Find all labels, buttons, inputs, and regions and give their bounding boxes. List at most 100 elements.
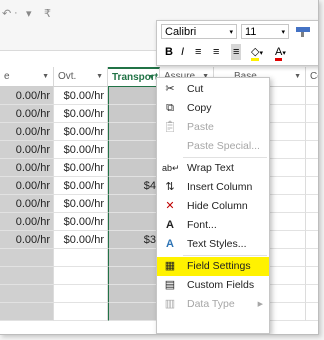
column-header-transport[interactable]: Transport ▼: [108, 67, 160, 87]
font-size-dropdown[interactable]: 11 ▾: [241, 24, 289, 39]
grid-cell[interactable]: [306, 159, 318, 177]
grid-cell[interactable]: 0.00/hr: [0, 87, 54, 105]
qat-menu-icon[interactable]: ₹: [44, 7, 51, 20]
align-left-icon[interactable]: ≡: [195, 44, 201, 60]
grid-cell[interactable]: [108, 285, 160, 303]
grid-cell[interactable]: 0.00/hr: [0, 231, 54, 249]
italic-button[interactable]: I: [181, 44, 184, 60]
grid-cell[interactable]: [108, 267, 160, 285]
grid-cell[interactable]: [0, 303, 54, 321]
grid-cell[interactable]: [108, 195, 160, 213]
grid-cell[interactable]: [306, 105, 318, 123]
menu-item-paste-special[interactable]: Paste Special...: [157, 137, 269, 156]
menu-item-copy[interactable]: ⧉ Copy: [157, 99, 269, 118]
grid-cell[interactable]: 0.00/hr: [0, 213, 54, 231]
grid-cell[interactable]: $3: [108, 231, 160, 249]
grid-cell[interactable]: 0.00/hr: [0, 141, 54, 159]
grid-cell[interactable]: [54, 285, 108, 303]
hide-column-icon: ✕: [165, 200, 175, 212]
font-name-value: Calibri: [165, 26, 197, 38]
grid-cell[interactable]: [306, 213, 318, 231]
menu-item-cut[interactable]: ✂ Cut: [157, 80, 269, 99]
grid-cell[interactable]: 0.00/hr: [0, 105, 54, 123]
grid-cell[interactable]: [306, 177, 318, 195]
column-header-label: e: [4, 71, 10, 82]
grid-cell[interactable]: [108, 123, 160, 141]
menu-item-label: Paste: [187, 121, 214, 133]
menu-item-text-styles[interactable]: A Text Styles...: [157, 235, 269, 254]
grid-cell[interactable]: 0.00/hr: [0, 159, 54, 177]
column-header-rate[interactable]: e ▼: [0, 67, 54, 87]
grid-cell[interactable]: $0.00/hr: [54, 141, 108, 159]
grid-cell[interactable]: [306, 285, 318, 303]
bold-button[interactable]: B: [165, 44, 173, 60]
grid-cell[interactable]: $0.00/hr: [54, 177, 108, 195]
grid-cell[interactable]: [108, 303, 160, 321]
align-right-icon[interactable]: ≡: [231, 44, 242, 60]
align-center-icon[interactable]: ≡: [213, 44, 219, 60]
grid-cell[interactable]: [306, 123, 318, 141]
menu-item-custom-fields[interactable]: ▤ Custom Fields: [157, 276, 269, 295]
grid-cell[interactable]: [306, 303, 318, 321]
grid-cell[interactable]: $0.00/hr: [54, 195, 108, 213]
grid-cell[interactable]: $0.00/hr: [54, 87, 108, 105]
grid-cell[interactable]: [54, 303, 108, 321]
grid-cell[interactable]: [306, 231, 318, 249]
grid-cell[interactable]: $0.00/hr: [54, 105, 108, 123]
menu-separator: [183, 255, 267, 256]
font-name-dropdown[interactable]: Calibri ▾: [161, 24, 237, 39]
column-header-co[interactable]: Co: [306, 67, 318, 87]
column-header-label: Ovt.: [58, 71, 77, 82]
grid-cell[interactable]: [306, 141, 318, 159]
grid-cell[interactable]: [108, 141, 160, 159]
menu-item-wrap-text[interactable]: ab↵ Wrap Text: [157, 159, 269, 178]
grid-cell[interactable]: [54, 249, 108, 267]
grid-cell[interactable]: [0, 267, 54, 285]
grid-cell[interactable]: [306, 195, 318, 213]
menu-item-label: Wrap Text: [187, 162, 234, 174]
grid-cell[interactable]: 0.00/hr: [0, 177, 54, 195]
menu-item-field-settings[interactable]: ▦ Field Settings: [157, 257, 269, 276]
custom-fields-icon: ▤: [164, 279, 176, 291]
grid-cell[interactable]: [108, 87, 160, 105]
filter-dropdown-icon[interactable]: ▼: [294, 67, 301, 87]
grid-cell[interactable]: [0, 285, 54, 303]
grid-cell[interactable]: [306, 87, 318, 105]
grid-cell[interactable]: [108, 105, 160, 123]
grid-cell[interactable]: [108, 249, 160, 267]
grid-cell[interactable]: 0.00/hr: [0, 123, 54, 141]
redo-icon[interactable]: ·: [14, 7, 18, 19]
grid-cell[interactable]: $0.00/hr: [54, 213, 108, 231]
grid-cell[interactable]: [54, 267, 108, 285]
menu-item-data-type[interactable]: ▥ Data Type ▶: [157, 295, 269, 314]
menu-item-paste[interactable]: 📋︎ Paste: [157, 118, 269, 137]
format-painter-icon[interactable]: [293, 25, 315, 38]
wrap-text-icon: ab↵: [162, 163, 180, 173]
menu-item-label: Hide Column: [187, 200, 248, 212]
grid-cell[interactable]: $0.00/hr: [54, 159, 108, 177]
grid-cell[interactable]: [306, 249, 318, 267]
menu-item-label: Data Type: [187, 298, 235, 310]
undo-icon[interactable]: ↶: [2, 7, 11, 20]
customize-qat-icon[interactable]: ▾: [26, 7, 32, 20]
grid-cell[interactable]: [306, 267, 318, 285]
submenu-arrow-icon: ▶: [257, 301, 263, 308]
grid-cell[interactable]: 0.00/hr: [0, 195, 54, 213]
grid-cell[interactable]: $0.00/hr: [54, 231, 108, 249]
grid-cell[interactable]: [0, 249, 54, 267]
grid-cell[interactable]: [108, 213, 160, 231]
filter-dropdown-icon[interactable]: ▼: [42, 67, 49, 87]
grid-cell[interactable]: $4: [108, 177, 160, 195]
column-header-ovt[interactable]: Ovt. ▼: [54, 67, 108, 87]
grid-cell[interactable]: $0.00/hr: [54, 123, 108, 141]
fill-color-icon[interactable]: ◇▾: [251, 44, 263, 62]
font-color-icon[interactable]: A▾: [275, 44, 286, 62]
filter-dropdown-icon[interactable]: ▼: [96, 67, 103, 87]
grid-cell[interactable]: [108, 159, 160, 177]
menu-item-insert-column[interactable]: ⇅ Insert Column: [157, 178, 269, 197]
paste-icon: 📋︎: [163, 121, 177, 133]
menu-item-font[interactable]: A Font...: [157, 216, 269, 235]
menu-item-hide-column[interactable]: ✕ Hide Column: [157, 197, 269, 216]
copy-icon: ⧉: [166, 102, 174, 114]
filter-dropdown-icon[interactable]: ▼: [148, 69, 155, 87]
